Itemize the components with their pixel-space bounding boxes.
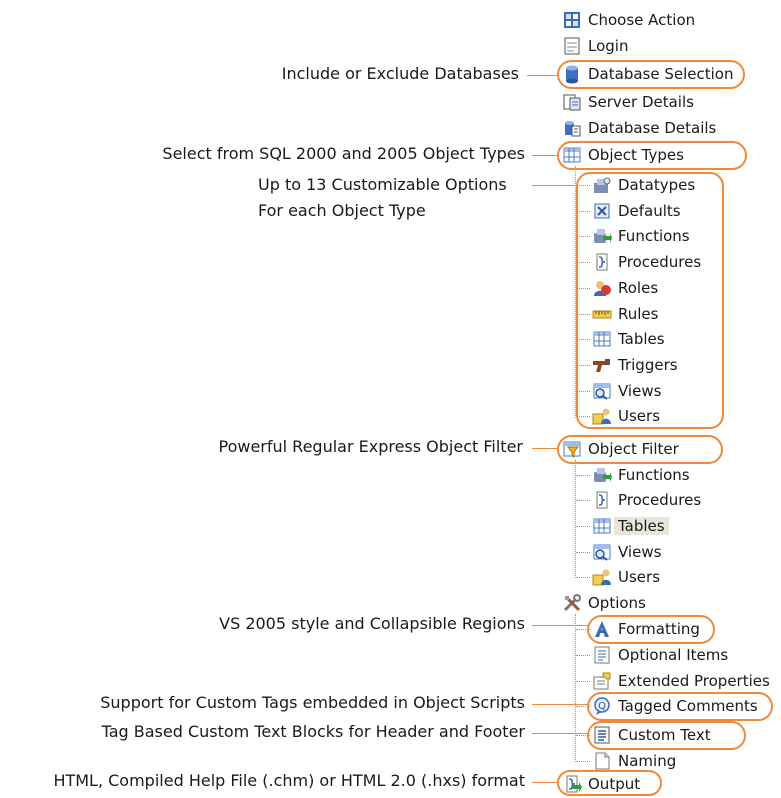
tree-item-label: Database Details (588, 119, 717, 137)
annotation-options-line2: For each Object Type (258, 201, 426, 220)
connector-line (532, 155, 558, 156)
highlight-formatting (587, 615, 715, 644)
login-icon (562, 36, 582, 56)
tree-item-label: Server Details (588, 93, 694, 111)
tree-item-filter-functions[interactable]: Functions (592, 463, 690, 487)
tree-item-filter-views[interactable]: Views (592, 540, 661, 564)
tree-guide-line (576, 500, 590, 501)
highlight-object-types (557, 141, 747, 170)
connector-line (532, 448, 558, 449)
extended-properties-icon (592, 671, 612, 691)
functions-icon (592, 465, 612, 485)
tree-item-label: Tables (614, 517, 669, 535)
tree-guide-line (575, 614, 576, 762)
highlight-custom-text (587, 721, 746, 750)
tree-item-filter-procedures[interactable]: Procedures (592, 488, 701, 512)
annotation-tagged-comments: Support for Custom Tags embedded in Obje… (100, 693, 525, 712)
tree-item-label: Options (588, 594, 646, 612)
tree-item-extended-properties[interactable]: Extended Properties (592, 669, 770, 693)
tree-guide-line (576, 761, 590, 762)
tree-guide-line (576, 655, 590, 656)
options-icon (562, 593, 582, 613)
annotation-custom-text: Tag Based Custom Text Blocks for Header … (101, 722, 525, 741)
choose-action-icon (562, 10, 582, 30)
tree-item-choose-action[interactable]: Choose Action (562, 8, 695, 32)
tree-item-server-details[interactable]: Server Details (562, 90, 694, 114)
tree-item-filter-tables[interactable]: Tables (592, 514, 669, 538)
highlight-object-filter (557, 435, 723, 464)
tree-item-label: Choose Action (588, 11, 696, 29)
tree-item-label: Optional Items (618, 646, 729, 664)
database-details-icon (562, 118, 582, 138)
tree-item-optional-items[interactable]: Optional Items (592, 643, 728, 667)
tree-item-login[interactable]: Login (562, 34, 628, 58)
connector-line (532, 625, 588, 626)
highlight-output (557, 770, 662, 796)
views-icon (592, 542, 612, 562)
connector-line (532, 704, 588, 705)
highlight-object-type-options (576, 172, 724, 429)
annotation-object-types: Select from SQL 2000 and 2005 Object Typ… (162, 144, 525, 163)
tree-guide-line (576, 681, 590, 682)
tree-item-label: Login (588, 37, 629, 55)
annotation-object-filter: Powerful Regular Express Object Filter (218, 437, 523, 456)
tree-item-filter-users[interactable]: Users (592, 565, 660, 589)
tables-icon (592, 516, 612, 536)
connector-line (527, 75, 558, 76)
tree-item-database-details[interactable]: Database Details (562, 116, 716, 140)
connector-line (532, 185, 577, 186)
tree-guide-line (576, 475, 590, 476)
highlight-tagged-comments (587, 692, 773, 721)
annotation-options-line1: Up to 13 Customizable Options (258, 175, 507, 194)
tree-guide-line (576, 526, 590, 527)
server-details-icon (562, 92, 582, 112)
procedures-icon (592, 490, 612, 510)
tree-item-options[interactable]: Options (562, 591, 646, 615)
tree-item-label: Functions (618, 466, 690, 484)
tree-item-label: Views (618, 543, 662, 561)
connector-line (532, 782, 558, 783)
annotation-formatting: VS 2005 style and Collapsible Regions (219, 614, 525, 633)
connector-line (532, 733, 588, 734)
naming-icon (592, 751, 612, 771)
highlight-database-selection (557, 60, 745, 89)
tree-guide-line (576, 552, 590, 553)
tree-guide-line (575, 460, 576, 578)
annotation-output: HTML, Compiled Help File (.chm) or HTML … (53, 771, 525, 790)
optional-items-icon (592, 645, 612, 665)
tree-item-label: Procedures (618, 491, 702, 509)
annotation-database-selection: Include or Exclude Databases (281, 64, 519, 83)
users-icon (592, 567, 612, 587)
tree-item-label: Naming (618, 752, 677, 770)
tree-guide-line (576, 577, 590, 578)
tree-item-label: Extended Properties (618, 672, 770, 690)
tree-item-label: Users (618, 568, 661, 586)
